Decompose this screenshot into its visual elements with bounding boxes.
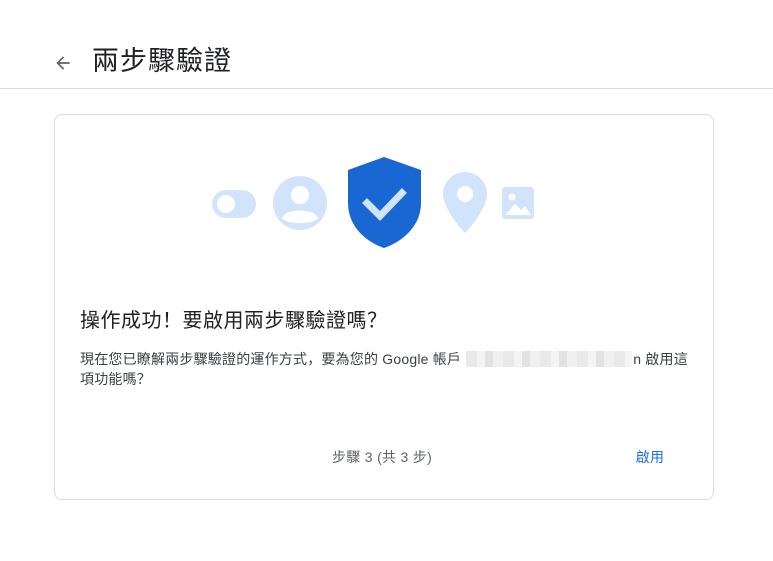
enable-button[interactable]: 啟用: [621, 439, 679, 475]
arrow-back-icon: [56, 56, 70, 70]
toggle-icon: [212, 190, 256, 218]
image-icon: [502, 187, 534, 219]
success-card: 操作成功！要啟用兩步驟驗證嗎？ 現在您已瞭解兩步驟驗證的運作方式，要為您的 Go…: [54, 114, 714, 500]
account-circle-icon: [273, 176, 327, 230]
card-title: 操作成功！要啟用兩步驟驗證嗎？: [80, 310, 388, 332]
page-title: 兩步驟驗證: [92, 46, 232, 76]
page-header: 兩步驟驗證: [0, 0, 773, 89]
step-indicator: 步驟 3 (共 3 步): [332, 449, 433, 465]
location-pin-icon: [443, 172, 487, 233]
security-illustration: [212, 157, 534, 248]
shield-check-icon: [348, 157, 421, 248]
back-button[interactable]: [50, 50, 76, 76]
description-text: 現在您已瞭解兩步驟驗證的運作方式，要為您的 Google 帳戶: [80, 351, 466, 367]
card-description: 現在您已瞭解兩步驟驗證的運作方式，要為您的 Google 帳戶 n 啟用這項功能…: [80, 349, 690, 389]
redacted-email: [466, 351, 633, 367]
